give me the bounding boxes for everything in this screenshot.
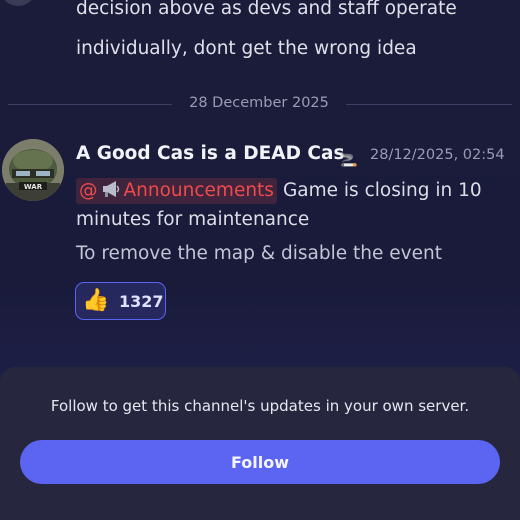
megaphone-icon: [102, 181, 119, 197]
message-line-3: To remove the map & disable the event: [76, 243, 442, 264]
message-line-2: minutes for maintenance: [76, 209, 310, 230]
thumbs-up-reaction[interactable]: 👍 1327: [75, 282, 166, 320]
thumbs-up-icon: 👍: [82, 288, 110, 313]
mention-name: Announcements: [123, 180, 274, 201]
reaction-count: 1327: [119, 291, 164, 311]
message-timestamp: 28/12/2025, 02:54: [370, 147, 505, 163]
follow-button[interactable]: Follow: [20, 440, 500, 484]
date-divider: 28 December 2025: [0, 95, 520, 115]
previous-avatar[interactable]: [0, 0, 36, 6]
message-text-1: Game is closing in 10: [282, 180, 482, 201]
avatar-caption: WAR: [24, 183, 43, 191]
author-emoji: 🚬: [340, 152, 358, 168]
mention-at: @: [79, 180, 98, 201]
author-avatar[interactable]: WAR: [2, 139, 64, 201]
follow-panel: Follow to get this channel's updates in …: [0, 367, 520, 520]
divider-date: 28 December 2025: [189, 95, 329, 111]
divider-line-right: [346, 104, 512, 105]
message-line-1: @ Announcements Game is closing in 10: [76, 178, 482, 206]
divider-line-left: [8, 104, 172, 105]
previous-message-line-2: individually, dont get the wrong idea: [76, 38, 417, 59]
follow-panel-message: Follow to get this channel's updates in …: [50, 397, 470, 415]
role-mention-announcements[interactable]: @ Announcements: [76, 178, 277, 204]
author-name[interactable]: A Good Cas is a DEAD Cas: [76, 143, 344, 164]
helmet-avatar-icon: WAR: [2, 139, 64, 201]
previous-message-line-1: decision above as devs and staff operate: [76, 0, 457, 19]
